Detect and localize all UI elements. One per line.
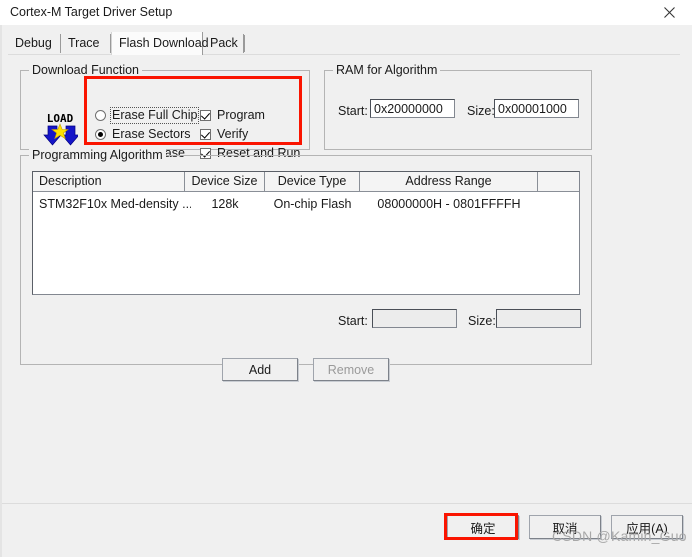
tab-debug[interactable]: Debug: [8, 34, 61, 53]
tab-flash-download[interactable]: Flash Download: [111, 32, 209, 55]
ram-size-input[interactable]: 0x00001000: [494, 99, 579, 118]
table-header-device-size[interactable]: Device Size: [185, 172, 265, 191]
download-function-title: Download Function: [29, 63, 143, 77]
close-button[interactable]: [646, 0, 692, 25]
radio-erase-sectors-indicator: [95, 129, 106, 140]
radio-erase-sectors-label: Erase Sectors: [112, 127, 191, 141]
add-button-label: Add: [248, 362, 272, 377]
checkbox-verify-indicator: [200, 129, 211, 140]
programming-algorithm-title: Programming Algorithm: [29, 148, 166, 162]
table-header-spacer[interactable]: [538, 172, 579, 191]
table-header-device-type[interactable]: Device Type: [265, 172, 360, 191]
table-cell-address-range: 08000000H - 0801FFFFH: [377, 197, 521, 211]
title-bar: Cortex-M Target Driver Setup: [0, 0, 692, 26]
tab-pack-label: Pack: [210, 36, 238, 50]
table-cell-device-size: 128k: [211, 197, 239, 211]
table-cell-description: STM32F10x Med-density ...: [39, 197, 191, 211]
programming-algorithm-table[interactable]: Description Device Size Device Type Addr…: [32, 171, 580, 295]
radio-erase-full-chip-label: Erase Full Chip: [109, 107, 200, 124]
tab-flash-download-label: Flash Download: [119, 36, 209, 50]
radio-erase-full-chip[interactable]: Erase Full Chip: [95, 107, 200, 124]
remove-button[interactable]: Remove: [313, 358, 389, 381]
tab-strip-end-divider: [244, 35, 245, 52]
checkbox-program[interactable]: Program: [200, 109, 265, 122]
tab-strip: Debug Trace Flash Download Pack: [8, 32, 680, 55]
tab-pack[interactable]: Pack: [203, 34, 244, 53]
algorithm-size-label: Size:: [468, 314, 496, 328]
ram-size-label: Size:: [467, 104, 495, 118]
ram-start-input[interactable]: 0x20000000: [370, 99, 455, 118]
checkbox-program-indicator: [200, 110, 211, 121]
svg-text:LOAD: LOAD: [47, 112, 74, 125]
algorithm-start-label: Start:: [338, 314, 368, 328]
ok-button-label: 确定: [470, 521, 496, 536]
table-header-description[interactable]: Description: [33, 172, 185, 191]
radio-erase-full-chip-indicator: [95, 110, 106, 121]
algorithm-start-input[interactable]: [372, 309, 457, 328]
table-header-row: Description Device Size Device Type Addr…: [33, 172, 579, 192]
load-icon: LOAD: [42, 109, 80, 147]
algorithm-size-input[interactable]: [496, 309, 581, 328]
window-title: Cortex-M Target Driver Setup: [10, 5, 173, 19]
checkbox-verify[interactable]: Verify: [200, 128, 248, 141]
checkbox-program-label: Program: [217, 108, 265, 122]
tab-underline: [8, 54, 680, 55]
table-cell-device-type: On-chip Flash: [273, 197, 352, 211]
ram-for-algorithm-title: RAM for Algorithm: [333, 63, 441, 77]
dialog-body: Debug Trace Flash Download Pack Download…: [0, 25, 692, 557]
ok-button[interactable]: 确定: [447, 515, 519, 539]
tab-debug-label: Debug: [15, 36, 52, 50]
tab-trace[interactable]: Trace: [61, 34, 111, 53]
table-header-address-range[interactable]: Address Range: [360, 172, 538, 191]
checkbox-verify-label: Verify: [217, 127, 249, 141]
watermark-text: CSDN @Kamin_Guo: [552, 528, 687, 544]
close-icon: [663, 7, 675, 18]
footer-divider: [2, 503, 692, 504]
radio-erase-sectors[interactable]: Erase Sectors: [95, 128, 191, 141]
remove-button-label: Remove: [327, 362, 375, 377]
ram-start-label: Start:: [338, 104, 368, 118]
add-button[interactable]: Add: [222, 358, 298, 381]
tab-trace-label: Trace: [68, 36, 100, 50]
